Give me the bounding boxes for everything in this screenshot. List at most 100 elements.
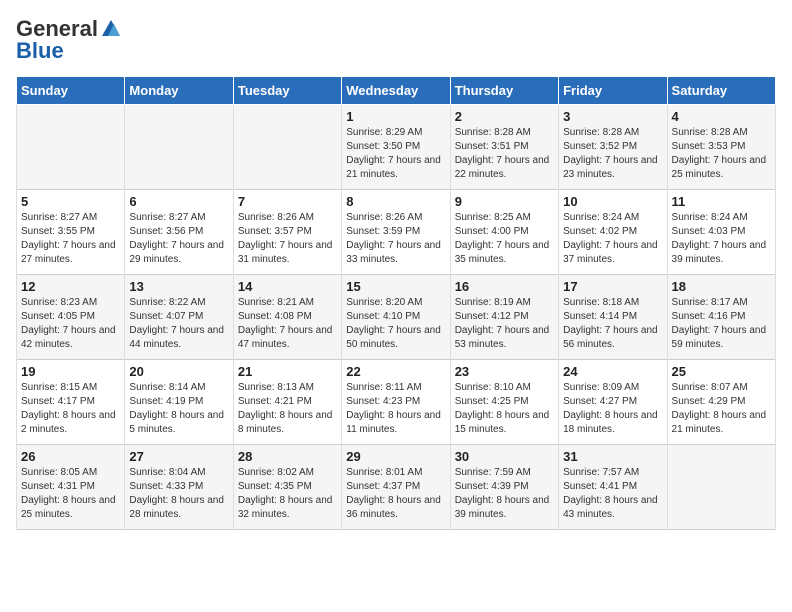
day-number: 12 bbox=[21, 279, 120, 294]
cell-content: Sunrise: 8:10 AM Sunset: 4:25 PM Dayligh… bbox=[455, 381, 554, 437]
cell-content: Sunrise: 7:57 AM Sunset: 4:41 PM Dayligh… bbox=[563, 466, 662, 522]
calendar-table: SundayMondayTuesdayWednesdayThursdayFrid… bbox=[16, 76, 776, 530]
calendar-header-row: SundayMondayTuesdayWednesdayThursdayFrid… bbox=[17, 77, 776, 105]
calendar-cell: 12 Sunrise: 8:23 AM Sunset: 4:05 PM Dayli… bbox=[17, 275, 125, 360]
day-header-saturday: Saturday bbox=[667, 77, 775, 105]
day-number: 5 bbox=[21, 194, 120, 209]
cell-content: Sunrise: 8:18 AM Sunset: 4:14 PM Dayligh… bbox=[563, 296, 662, 352]
day-header-friday: Friday bbox=[559, 77, 667, 105]
cell-content: Sunrise: 8:05 AM Sunset: 4:31 PM Dayligh… bbox=[21, 466, 120, 522]
cell-content: Sunrise: 8:02 AM Sunset: 4:35 PM Dayligh… bbox=[238, 466, 337, 522]
cell-content: Sunrise: 7:59 AM Sunset: 4:39 PM Dayligh… bbox=[455, 466, 554, 522]
day-number: 18 bbox=[672, 279, 771, 294]
calendar-cell: 19 Sunrise: 8:15 AM Sunset: 4:17 PM Dayli… bbox=[17, 360, 125, 445]
cell-content: Sunrise: 8:19 AM Sunset: 4:12 PM Dayligh… bbox=[455, 296, 554, 352]
day-number: 23 bbox=[455, 364, 554, 379]
calendar-cell: 1Sunrise: 8:29 AM Sunset: 3:50 PM Daylig… bbox=[342, 105, 450, 190]
cell-content: Sunrise: 8:04 AM Sunset: 4:33 PM Dayligh… bbox=[129, 466, 228, 522]
day-header-wednesday: Wednesday bbox=[342, 77, 450, 105]
calendar-cell bbox=[17, 105, 125, 190]
day-number: 21 bbox=[238, 364, 337, 379]
cell-content: Sunrise: 8:11 AM Sunset: 4:23 PM Dayligh… bbox=[346, 381, 445, 437]
calendar-cell: 24Sunrise: 8:09 AM Sunset: 4:27 PM Dayli… bbox=[559, 360, 667, 445]
calendar-cell: 22Sunrise: 8:11 AM Sunset: 4:23 PM Dayli… bbox=[342, 360, 450, 445]
day-header-thursday: Thursday bbox=[450, 77, 558, 105]
cell-content: Sunrise: 8:28 AM Sunset: 3:53 PM Dayligh… bbox=[672, 126, 771, 182]
day-number: 20 bbox=[129, 364, 228, 379]
calendar-week-3: 12 Sunrise: 8:23 AM Sunset: 4:05 PM Dayli… bbox=[17, 275, 776, 360]
calendar-week-2: 5 Sunrise: 8:27 AM Sunset: 3:55 PM Daylig… bbox=[17, 190, 776, 275]
cell-content: Sunrise: 8:24 AM Sunset: 4:02 PM Dayligh… bbox=[563, 211, 662, 267]
day-number: 15 bbox=[346, 279, 445, 294]
cell-content: Sunrise: 8:25 AM Sunset: 4:00 PM Dayligh… bbox=[455, 211, 554, 267]
cell-content: Sunrise: 8:15 AM Sunset: 4:17 PM Dayligh… bbox=[21, 381, 120, 437]
cell-content: Sunrise: 8:26 AM Sunset: 3:59 PM Dayligh… bbox=[346, 211, 445, 267]
calendar-cell: 7Sunrise: 8:26 AM Sunset: 3:57 PM Daylig… bbox=[233, 190, 341, 275]
cell-content: Sunrise: 8:07 AM Sunset: 4:29 PM Dayligh… bbox=[672, 381, 771, 437]
cell-content: Sunrise: 8:24 AM Sunset: 4:03 PM Dayligh… bbox=[672, 211, 771, 267]
day-number: 26 bbox=[21, 449, 120, 464]
day-number: 19 bbox=[21, 364, 120, 379]
calendar-cell bbox=[125, 105, 233, 190]
day-number: 4 bbox=[672, 109, 771, 124]
calendar-cell: 15 Sunrise: 8:20 AM Sunset: 4:10 PM Dayli… bbox=[342, 275, 450, 360]
calendar-cell: 3 Sunrise: 8:28 AM Sunset: 3:52 PM Daylig… bbox=[559, 105, 667, 190]
cell-content: Sunrise: 8:20 AM Sunset: 4:10 PM Dayligh… bbox=[346, 296, 445, 352]
day-number: 6 bbox=[129, 194, 228, 209]
calendar-cell: 6 Sunrise: 8:27 AM Sunset: 3:56 PM Daylig… bbox=[125, 190, 233, 275]
day-number: 8 bbox=[346, 194, 445, 209]
calendar-cell: 8 Sunrise: 8:26 AM Sunset: 3:59 PM Daylig… bbox=[342, 190, 450, 275]
calendar-cell: 29Sunrise: 8:01 AM Sunset: 4:37 PM Dayli… bbox=[342, 445, 450, 530]
calendar-cell: 20Sunrise: 8:14 AM Sunset: 4:19 PM Dayli… bbox=[125, 360, 233, 445]
cell-content: Sunrise: 8:09 AM Sunset: 4:27 PM Dayligh… bbox=[563, 381, 662, 437]
calendar-cell: 17 Sunrise: 8:18 AM Sunset: 4:14 PM Dayli… bbox=[559, 275, 667, 360]
day-number: 16 bbox=[455, 279, 554, 294]
calendar-cell: 10 Sunrise: 8:24 AM Sunset: 4:02 PM Dayli… bbox=[559, 190, 667, 275]
calendar-cell: 25 Sunrise: 8:07 AM Sunset: 4:29 PM Dayli… bbox=[667, 360, 775, 445]
calendar-cell: 5 Sunrise: 8:27 AM Sunset: 3:55 PM Daylig… bbox=[17, 190, 125, 275]
day-number: 3 bbox=[563, 109, 662, 124]
calendar-cell: 9 Sunrise: 8:25 AM Sunset: 4:00 PM Daylig… bbox=[450, 190, 558, 275]
calendar-week-5: 26 Sunrise: 8:05 AM Sunset: 4:31 PM Dayli… bbox=[17, 445, 776, 530]
day-number: 30 bbox=[455, 449, 554, 464]
header: General Blue bbox=[16, 16, 776, 64]
calendar-cell: 2 Sunrise: 8:28 AM Sunset: 3:51 PM Daylig… bbox=[450, 105, 558, 190]
day-number: 31 bbox=[563, 449, 662, 464]
calendar-cell bbox=[667, 445, 775, 530]
day-number: 28 bbox=[238, 449, 337, 464]
calendar-cell: 31 Sunrise: 7:57 AM Sunset: 4:41 PM Dayli… bbox=[559, 445, 667, 530]
cell-content: Sunrise: 8:17 AM Sunset: 4:16 PM Dayligh… bbox=[672, 296, 771, 352]
logo: General Blue bbox=[16, 16, 122, 64]
cell-content: Sunrise: 8:21 AM Sunset: 4:08 PM Dayligh… bbox=[238, 296, 337, 352]
calendar-cell: 21 Sunrise: 8:13 AM Sunset: 4:21 PM Dayli… bbox=[233, 360, 341, 445]
day-header-monday: Monday bbox=[125, 77, 233, 105]
cell-content: Sunrise: 8:13 AM Sunset: 4:21 PM Dayligh… bbox=[238, 381, 337, 437]
day-header-sunday: Sunday bbox=[17, 77, 125, 105]
calendar-cell: 26 Sunrise: 8:05 AM Sunset: 4:31 PM Dayli… bbox=[17, 445, 125, 530]
logo-icon bbox=[100, 18, 122, 40]
cell-content: Sunrise: 8:23 AM Sunset: 4:05 PM Dayligh… bbox=[21, 296, 120, 352]
day-number: 29 bbox=[346, 449, 445, 464]
cell-content: Sunrise: 8:27 AM Sunset: 3:55 PM Dayligh… bbox=[21, 211, 120, 267]
day-number: 17 bbox=[563, 279, 662, 294]
calendar-cell: 30 Sunrise: 7:59 AM Sunset: 4:39 PM Dayli… bbox=[450, 445, 558, 530]
cell-content: Sunrise: 8:28 AM Sunset: 3:51 PM Dayligh… bbox=[455, 126, 554, 182]
calendar-cell: 18 Sunrise: 8:17 AM Sunset: 4:16 PM Dayli… bbox=[667, 275, 775, 360]
calendar-cell: 27 Sunrise: 8:04 AM Sunset: 4:33 PM Dayli… bbox=[125, 445, 233, 530]
day-number: 9 bbox=[455, 194, 554, 209]
day-header-tuesday: Tuesday bbox=[233, 77, 341, 105]
calendar-cell: 28 Sunrise: 8:02 AM Sunset: 4:35 PM Dayli… bbox=[233, 445, 341, 530]
calendar-cell: 16 Sunrise: 8:19 AM Sunset: 4:12 PM Dayli… bbox=[450, 275, 558, 360]
day-number: 27 bbox=[129, 449, 228, 464]
day-number: 14 bbox=[238, 279, 337, 294]
calendar-week-1: 1Sunrise: 8:29 AM Sunset: 3:50 PM Daylig… bbox=[17, 105, 776, 190]
day-number: 25 bbox=[672, 364, 771, 379]
calendar-cell: 23 Sunrise: 8:10 AM Sunset: 4:25 PM Dayli… bbox=[450, 360, 558, 445]
cell-content: Sunrise: 8:27 AM Sunset: 3:56 PM Dayligh… bbox=[129, 211, 228, 267]
cell-content: Sunrise: 8:28 AM Sunset: 3:52 PM Dayligh… bbox=[563, 126, 662, 182]
day-number: 7 bbox=[238, 194, 337, 209]
calendar-week-4: 19 Sunrise: 8:15 AM Sunset: 4:17 PM Dayli… bbox=[17, 360, 776, 445]
day-number: 2 bbox=[455, 109, 554, 124]
day-number: 10 bbox=[563, 194, 662, 209]
day-number: 13 bbox=[129, 279, 228, 294]
